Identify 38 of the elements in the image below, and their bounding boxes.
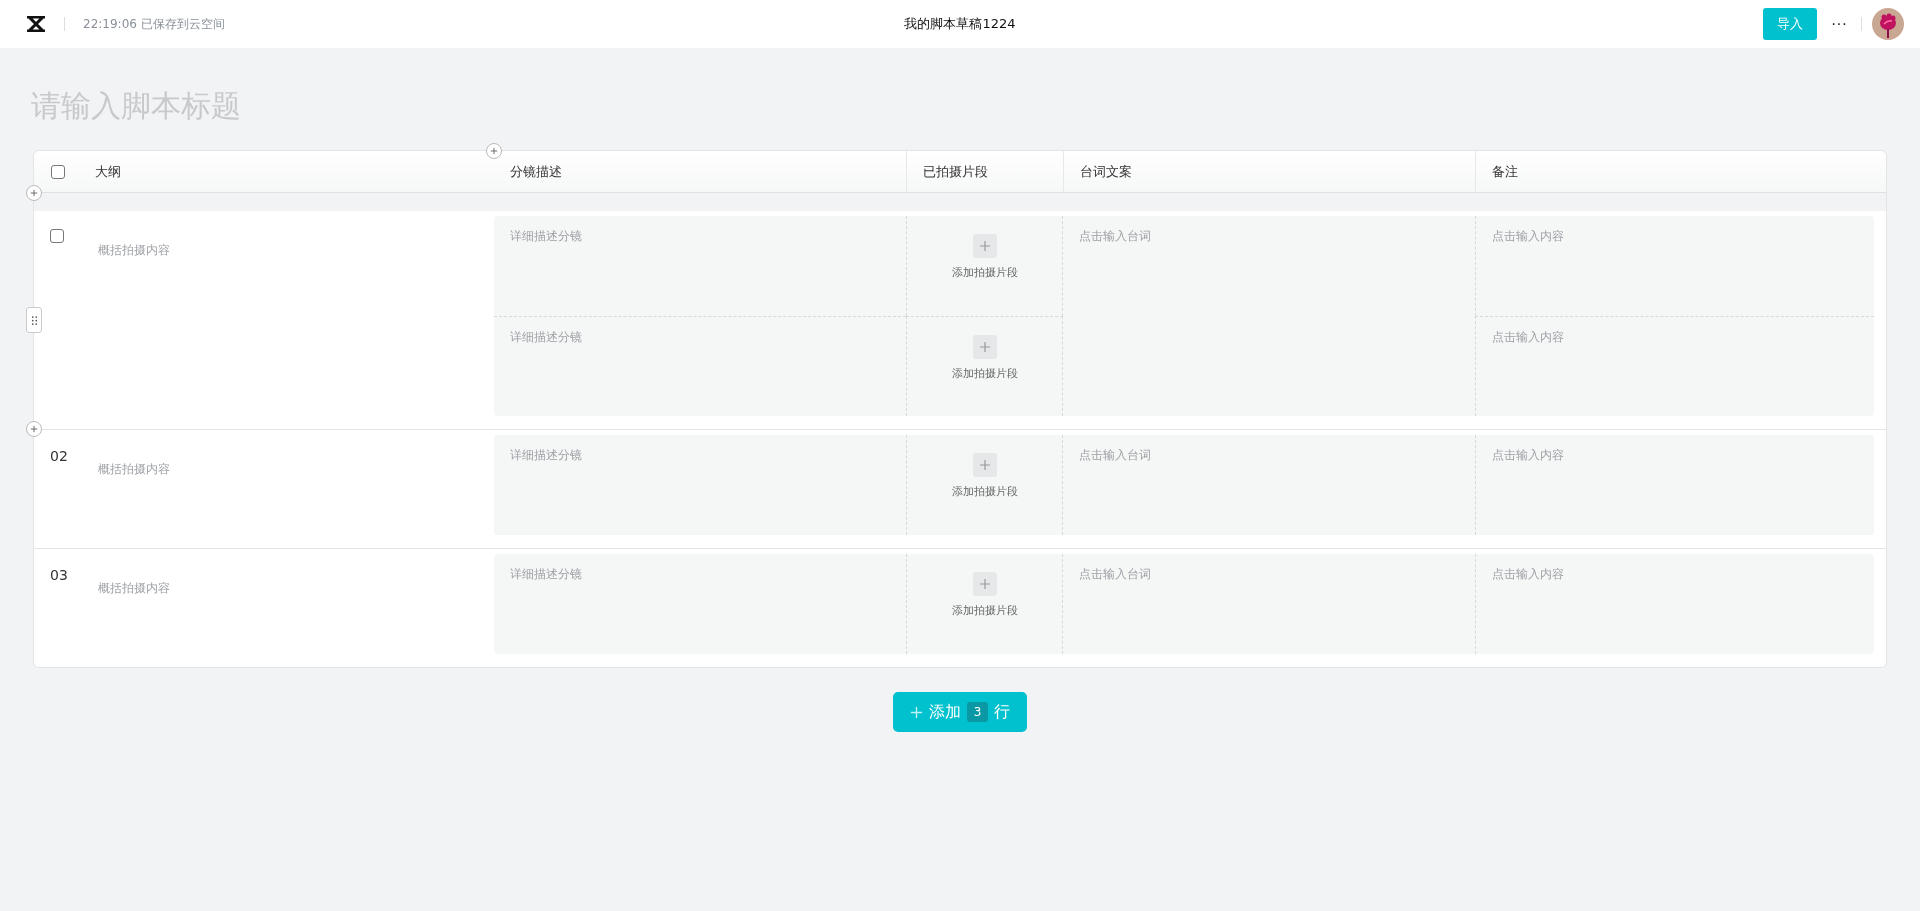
plus-icon: [30, 189, 38, 197]
plus-icon: [972, 234, 997, 258]
plus-icon: [972, 572, 997, 596]
plus-icon: [909, 705, 923, 719]
row-number: 02: [50, 448, 69, 466]
add-rows-button[interactable]: 添加 3 行: [892, 692, 1028, 732]
description-field[interactable]: 详细描述分镜: [494, 435, 906, 535]
notes-field[interactable]: 点击输入内容: [1475, 554, 1874, 654]
plus-icon: [972, 453, 997, 477]
save-status: 22:19:06 已保存到云空间: [83, 15, 225, 33]
more-button[interactable]: ···: [1827, 15, 1851, 33]
notes-field[interactable]: 点击输入内容: [1475, 435, 1874, 535]
outline-field[interactable]: 概括拍摄内容: [94, 461, 394, 481]
plus-icon: [972, 335, 997, 359]
plus-icon: [30, 425, 38, 433]
lines-field[interactable]: 点击输入台词: [1063, 435, 1475, 535]
outline-field[interactable]: 概括拍摄内容: [94, 580, 394, 600]
row-number: 03: [50, 567, 69, 585]
plus-icon: [490, 147, 498, 155]
select-all-checkbox[interactable]: [51, 164, 65, 179]
drag-handle[interactable]: [26, 307, 42, 333]
lines-field[interactable]: 点击输入台词: [1063, 554, 1475, 654]
logo-icon[interactable]: [26, 16, 46, 32]
column-header: 分镜描述: [510, 162, 562, 181]
description-field[interactable]: 详细描述分镜: [494, 554, 906, 654]
row-checkbox[interactable]: [50, 229, 64, 243]
notes-field[interactable]: 点击输入内容: [1475, 316, 1874, 416]
lines-field[interactable]: 点击输入台词: [1063, 216, 1475, 416]
document-title: 我的脚本草稿1224: [904, 15, 1016, 33]
column-header: 备注: [1492, 162, 1518, 181]
grip-icon: [30, 314, 38, 326]
notes-field[interactable]: 点击输入内容: [1475, 216, 1874, 316]
outline-field[interactable]: 概括拍摄内容: [94, 242, 394, 262]
description-field[interactable]: 详细描述分镜: [494, 216, 906, 316]
column-header: 台词文案: [1080, 162, 1132, 181]
column-header: 已拍摄片段: [923, 162, 988, 181]
column-header: 大纲: [95, 162, 121, 181]
description-field[interactable]: 详细描述分镜: [494, 316, 906, 416]
